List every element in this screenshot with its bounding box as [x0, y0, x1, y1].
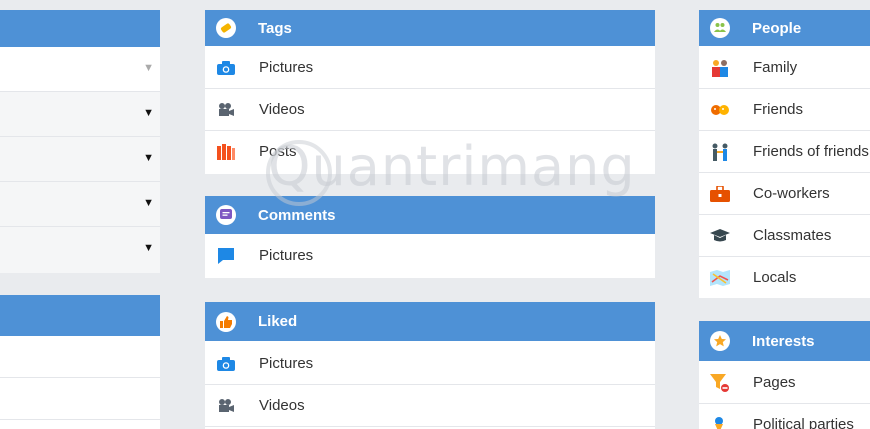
tags-header[interactable]: Tags [205, 10, 655, 46]
graduation-cap-icon [709, 225, 731, 247]
item-label: Friends of friends [753, 143, 869, 160]
comments-header[interactable]: Comments [205, 196, 655, 234]
video-camera-icon [215, 395, 237, 417]
item-label: Pictures [259, 355, 314, 372]
people-icon [710, 18, 730, 38]
left-second-header [0, 295, 160, 336]
comments-panel: Comments Pictures [205, 196, 655, 278]
tags-title: Tags [258, 19, 292, 37]
tags-item-pictures[interactable]: Pictures [205, 47, 655, 89]
people-item-friends[interactable]: Friends [699, 89, 870, 131]
dropdown-caret: ▼ [143, 107, 154, 119]
item-label: Videos [259, 101, 305, 118]
item-label: Co-workers [753, 185, 830, 202]
liked-item-pictures[interactable]: Pictures [205, 343, 655, 385]
tags-panel: Tags Pictures Videos Posts [205, 10, 655, 174]
people-item-family[interactable]: Family [699, 47, 870, 89]
item-label: Videos [259, 397, 305, 414]
list-item[interactable] [0, 378, 160, 420]
comment-icon [216, 205, 236, 225]
people-title: People [752, 19, 802, 37]
dropdown-2[interactable]: ▼ [0, 92, 160, 137]
item-label: Pages [753, 374, 796, 391]
left-second-panel [0, 295, 160, 429]
camera-icon [215, 57, 237, 79]
political-party-icon [709, 414, 731, 429]
people-panel: People Family Friends Friends of friends… [699, 10, 870, 298]
dropdown-caret: ▼ [143, 152, 154, 164]
liked-title: Liked [258, 313, 298, 330]
item-label: Pictures [259, 247, 314, 264]
dropdown-4[interactable]: ▼ [0, 182, 160, 227]
people-item-locals[interactable]: Locals [699, 257, 870, 298]
family-icon [709, 57, 731, 79]
people-item-co-workers[interactable]: Co-workers [699, 173, 870, 215]
liked-header[interactable]: Liked [205, 302, 655, 341]
interests-title: Interests [752, 332, 815, 350]
tags-item-videos[interactable]: Videos [205, 89, 655, 131]
interests-item-pages[interactable]: Pages [699, 362, 870, 404]
interests-panel: Interests Pages Political parties [699, 321, 870, 429]
liked-panel: Liked Pictures Videos [205, 302, 655, 429]
people-item-friends-of-friends[interactable]: Friends of friends [699, 131, 870, 173]
friends-of-friends-icon [709, 141, 731, 163]
item-label: Political parties [753, 416, 854, 429]
item-label: Classmates [753, 227, 832, 244]
watermark-logo [266, 140, 332, 206]
item-label: Family [753, 59, 798, 76]
interests-item-political-parties[interactable]: Political parties [699, 404, 870, 429]
filter-icon [709, 372, 731, 394]
tag-icon [216, 18, 236, 38]
item-label: Pictures [259, 59, 314, 76]
video-camera-icon [215, 99, 237, 121]
comments-item-pictures[interactable]: Pictures [205, 235, 655, 276]
posts-icon [215, 141, 237, 163]
briefcase-icon [709, 183, 731, 205]
dropdown-5[interactable]: ▼ [0, 227, 160, 271]
liked-item-videos[interactable]: Videos [205, 385, 655, 427]
comments-title: Comments [258, 206, 336, 224]
dropdown-caret: ▼ [143, 242, 154, 254]
like-icon [216, 311, 236, 332]
star-icon [710, 331, 730, 351]
left-filter-panel: ▼ ▼ ▼ ▼ ▼ [0, 10, 160, 273]
people-item-classmates[interactable]: Classmates [699, 215, 870, 257]
item-label: Locals [753, 269, 797, 286]
dropdown-1[interactable]: ▼ [0, 47, 160, 92]
list-item[interactable] [0, 336, 160, 378]
map-icon [709, 267, 731, 289]
left-panel-header [0, 10, 160, 47]
dropdown-caret: ▼ [143, 62, 154, 74]
dropdown-3[interactable]: ▼ [0, 137, 160, 182]
camera-icon [215, 353, 237, 375]
people-header[interactable]: People [699, 10, 870, 46]
item-label: Friends [753, 101, 804, 118]
dropdown-caret: ▼ [143, 197, 154, 209]
interests-header[interactable]: Interests [699, 321, 870, 361]
speech-bubble-icon [215, 245, 237, 267]
friends-icon [709, 99, 731, 121]
